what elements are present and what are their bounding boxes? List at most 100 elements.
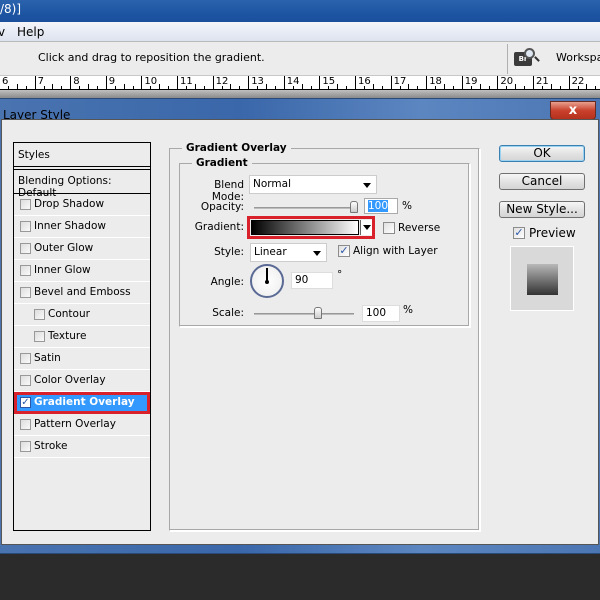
style-item-outer-glow[interactable]: Outer Glow — [14, 238, 150, 260]
scale-input[interactable]: 100 — [362, 305, 400, 322]
opacity-slider[interactable] — [254, 207, 354, 209]
blend-mode-select[interactable]: Normal — [249, 175, 377, 194]
ruler-label: 14 — [283, 76, 300, 90]
style-item-gradient-overlay[interactable]: ✓ Gradient Overlay — [14, 392, 150, 414]
ruler-tick — [79, 86, 81, 89]
gradient-picker-highlight — [247, 216, 375, 239]
ruler-tick — [7, 86, 9, 89]
ruler-tick — [577, 86, 579, 89]
preview-checkbox[interactable]: ✓ — [513, 227, 525, 239]
ruler-label: 19 — [461, 76, 478, 90]
chevron-down-icon — [313, 251, 321, 256]
style-item-texture[interactable]: Texture — [14, 326, 150, 348]
gradient-label: Gradient: — [194, 221, 244, 233]
menu-bar: v Help — [0, 22, 600, 42]
ruler-tick — [25, 86, 27, 89]
ruler-tick — [239, 86, 241, 89]
ruler-label: 18 — [426, 76, 442, 90]
ruler-tick — [310, 86, 312, 89]
ruler-tick — [88, 84, 89, 89]
group-title: Gradient — [192, 157, 252, 169]
ruler-tick — [550, 84, 552, 89]
ruler-tick — [43, 86, 45, 89]
blend-mode-label: Blend Mode: — [211, 179, 244, 203]
ruler-label: 17 — [390, 76, 406, 90]
scale-slider-thumb[interactable] — [314, 307, 323, 319]
ruler-tick — [408, 84, 410, 89]
style-item-checkbox[interactable] — [20, 243, 31, 254]
ruler-tick — [524, 86, 526, 89]
style-item-stroke[interactable]: Stroke — [14, 436, 150, 458]
magnifier-icon — [524, 48, 535, 59]
style-item-drop-shadow[interactable]: Drop Shadow — [14, 194, 150, 216]
style-item-checkbox[interactable] — [34, 309, 45, 320]
reverse-checkbox[interactable] — [383, 222, 395, 234]
style-item-label: Satin — [34, 352, 61, 364]
style-item-contour[interactable]: Contour — [14, 304, 150, 326]
style-item-inner-shadow[interactable]: Inner Shadow — [14, 216, 150, 238]
style-item-checkbox[interactable] — [20, 375, 31, 386]
ruler-tick — [399, 86, 401, 89]
style-item-label: Inner Glow — [34, 264, 91, 276]
preview-label: Preview — [529, 226, 576, 240]
style-item-checkbox[interactable] — [20, 265, 31, 276]
scale-slider[interactable] — [254, 313, 354, 315]
style-item-checkbox[interactable] — [20, 221, 31, 232]
ruler-label: 10 — [141, 76, 157, 90]
ruler-tick — [435, 86, 437, 89]
ruler-tick — [274, 86, 276, 89]
align-with-layer-checkbox[interactable]: ✓ — [338, 245, 350, 257]
style-item-satin[interactable]: Satin — [14, 348, 150, 370]
styles-list: Styles Blending Options: Default Drop Sh… — [13, 142, 151, 531]
ruler-tick — [363, 86, 365, 89]
style-item-checkbox[interactable] — [20, 441, 31, 452]
style-select[interactable]: Linear — [250, 243, 327, 262]
new-style-button[interactable]: New Style... — [499, 201, 585, 218]
app-title-bar: /8)] — [0, 0, 600, 22]
style-item-bevel-and-emboss[interactable]: Bevel and Emboss — [14, 282, 150, 304]
close-button[interactable]: x — [550, 101, 596, 120]
opacity-input[interactable]: 100 — [364, 198, 398, 214]
ruler-tick — [372, 84, 374, 89]
styles-header[interactable]: Styles — [14, 143, 150, 167]
style-item-checkbox[interactable] — [20, 419, 31, 430]
style-item-label: Inner Shadow — [34, 220, 106, 232]
ruler-tick — [159, 84, 161, 89]
menu-help[interactable]: Help — [17, 25, 44, 39]
close-icon: x — [568, 103, 578, 118]
opacity-slider-thumb[interactable] — [350, 201, 358, 213]
ruler-tick — [559, 86, 561, 89]
dialog-body: Styles Blending Options: Default Drop Sh… — [1, 119, 599, 545]
ruler-tick — [150, 86, 152, 89]
angle-dial[interactable] — [250, 264, 284, 298]
style-item-checkbox[interactable] — [20, 287, 31, 298]
effects-list: Drop Shadow Inner Shadow Outer Glow Inner G… — [14, 194, 150, 458]
align-with-layer-label: Align with Layer — [353, 245, 438, 257]
style-item-label: Bevel and Emboss — [34, 286, 131, 298]
cancel-button[interactable]: Cancel — [499, 173, 585, 190]
gradient-swatch[interactable] — [251, 220, 359, 235]
style-item-inner-glow[interactable]: Inner Glow — [14, 260, 150, 282]
angle-input[interactable]: 90 — [291, 272, 333, 289]
style-preview — [510, 246, 574, 311]
section-title: Gradient Overlay — [182, 142, 291, 154]
angle-unit: ° — [337, 269, 343, 281]
ruler-label: 11 — [177, 76, 193, 90]
style-item-color-overlay[interactable]: Color Overlay — [14, 370, 150, 392]
style-item-checkbox[interactable] — [20, 199, 31, 210]
gradient-dropdown-button[interactable] — [360, 220, 372, 235]
style-item-pattern-overlay[interactable]: Pattern Overlay — [14, 414, 150, 436]
style-item-checkbox[interactable] — [34, 331, 45, 342]
scale-label: Scale: — [212, 307, 244, 319]
ruler-tick — [595, 86, 597, 89]
ruler-tick — [123, 84, 125, 89]
ruler-tick — [257, 86, 259, 89]
style-item-checkbox[interactable] — [20, 353, 31, 364]
workspace-button[interactable]: Workspace — [556, 51, 600, 64]
scale-value: 100 — [366, 307, 387, 319]
style-item-checkbox[interactable]: ✓ — [20, 397, 31, 408]
menu-view[interactable]: v — [0, 25, 5, 39]
ruler-tick — [96, 86, 98, 89]
ok-button[interactable]: OK — [499, 145, 585, 162]
blending-options[interactable]: Blending Options: Default — [14, 169, 150, 199]
